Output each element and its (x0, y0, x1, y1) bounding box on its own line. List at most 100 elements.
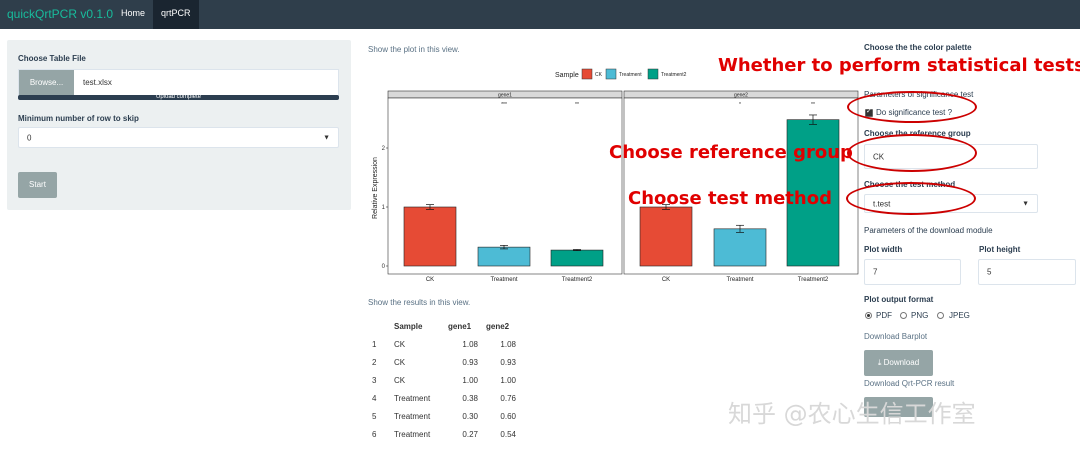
plot-width-label: Plot width (864, 245, 903, 254)
col-header-gene1: gene1 (448, 321, 472, 331)
signif-label-gene2-treatment2: ** (811, 102, 815, 108)
chevron-down-icon: ▼ (323, 134, 330, 141)
output-format-label: Plot output format (864, 295, 934, 304)
facet-label-gene1: gene1 (498, 93, 512, 99)
results-view-link[interactable]: Show the results in this view. (368, 298, 470, 307)
cell-index: 2 (372, 357, 377, 367)
legend-title: Sample (555, 72, 579, 79)
tab-home[interactable]: Home (113, 0, 153, 29)
col-header-sample: Sample (394, 321, 423, 331)
cell-gene2: 0.76 (500, 393, 516, 403)
cell-gene2: 0.93 (500, 357, 516, 367)
download-result-label: Download Qrt-PCR result (864, 379, 955, 388)
cell-gene1: 0.30 (462, 411, 478, 421)
start-button[interactable]: Start (18, 172, 57, 198)
cell-index: 4 (372, 393, 377, 403)
cell-index: 6 (372, 429, 377, 439)
bar-gene1-ck (403, 206, 457, 267)
cell-gene1: 0.38 (462, 393, 478, 403)
signif-label-gene1-treatment2: ** (575, 102, 579, 108)
skip-rows-value: 0 (27, 133, 32, 142)
table-row: 3 CK 1.00 1.00 (368, 371, 520, 389)
bar-chart: Sample CK Treatment Treatment2 Relative Expr… (368, 60, 864, 285)
legend-swatch-treatment (605, 68, 617, 80)
radio-jpeg-label[interactable]: JPEG (949, 311, 970, 320)
y-tick-label: 0 (382, 264, 386, 270)
x-tick-label-gene1-ck: CK (426, 277, 434, 283)
plot-view-link[interactable]: Show the plot in this view. (368, 45, 460, 54)
table-row: 2 CK 0.93 0.93 (368, 353, 520, 371)
app-brand[interactable]: quickQrtPCR v0.1.0 (7, 7, 113, 21)
annotation-test-method: Choose test method (628, 188, 832, 209)
plot-height-label: Plot height (979, 245, 1021, 254)
upload-progress-bar: Upload complete (18, 94, 339, 100)
signif-label-gene2-treatment: * (739, 102, 741, 108)
skip-rows-label: Minimum number of row to skip (18, 114, 139, 123)
legend-label-treatment2: Treatment2 (661, 72, 687, 78)
bar-gene1-treatment (477, 246, 531, 267)
download-barplot-button[interactable]: ⤓ Download (864, 350, 933, 376)
facet-label-gene2: gene2 (734, 93, 748, 99)
annotation-stat-tests: Whether to perform statistical tests. (718, 55, 1080, 76)
cell-index: 5 (372, 411, 377, 421)
watermark: 知乎 @农心生信工作室 (728, 400, 976, 428)
table-row: 1 CK 1.08 1.08 (368, 335, 520, 353)
legend-label-ck: CK (595, 72, 603, 78)
plot-width-input[interactable]: 7 (864, 259, 961, 285)
signif-label-gene1-treatment: *** (501, 102, 507, 108)
bar-gene2-ck (639, 206, 693, 267)
legend-swatch-ck (581, 68, 593, 80)
cell-sample: CK (394, 339, 406, 349)
skip-rows-select[interactable]: 0 ▼ (18, 127, 339, 148)
cell-gene2: 0.60 (500, 411, 516, 421)
file-input[interactable]: Browse... test.xlsx (18, 69, 339, 97)
radio-jpeg[interactable] (937, 312, 944, 319)
bar-gene1-treatment2 (550, 249, 604, 267)
navbar: quickQrtPCR v0.1.0 Home qrtPCR (0, 0, 1080, 29)
annotation-ref-group: Choose reference group (609, 142, 853, 163)
results-table: Sample gene1 gene2 1 CK 1.08 1.08 2 CK 0.93 0.9… (368, 317, 520, 443)
annotation-ellipse-signif (847, 91, 977, 123)
chevron-down-icon: ▼ (1022, 200, 1029, 207)
y-tick-label: 2 (382, 146, 386, 152)
y-tick-label: 1 (382, 205, 386, 211)
download-icon: ⤓ (877, 358, 882, 367)
table-row: 4 Treatment 0.38 0.76 (368, 389, 520, 407)
download-button-label: Download (883, 358, 920, 367)
file-name-field[interactable]: test.xlsx (83, 78, 112, 87)
browse-button[interactable]: Browse... (19, 70, 74, 97)
plot-height-value: 5 (987, 267, 992, 277)
cell-index: 1 (372, 339, 377, 349)
palette-label: Choose the the color palette (864, 43, 972, 52)
x-tick-label-gene1-treatment: Treatment (490, 277, 517, 283)
cell-gene1: 0.93 (462, 357, 478, 367)
col-header-gene2: gene2 (486, 321, 510, 331)
cell-sample: Treatment (394, 429, 431, 439)
annotation-ellipse-method (846, 182, 976, 215)
download-module-label: Parameters of the download module (864, 226, 993, 235)
download-barplot-label: Download Barplot (864, 332, 928, 341)
radio-png-label[interactable]: PNG (911, 311, 928, 320)
cell-sample: Treatment (394, 393, 431, 403)
cell-index: 3 (372, 375, 377, 385)
cell-gene2: 1.08 (500, 339, 516, 349)
chart-svg: Sample CK Treatment Treatment2Relative Expr… (372, 68, 859, 283)
table-row: 6 Treatment 0.27 0.54 (368, 425, 520, 443)
table-row: 5 Treatment 0.30 0.60 (368, 407, 520, 425)
x-tick-label-gene2-treatment: Treatment (726, 277, 753, 283)
radio-png[interactable] (900, 312, 907, 319)
tab-qrtpcr[interactable]: qrtPCR (153, 0, 199, 29)
cell-gene1: 1.00 (462, 375, 478, 385)
cell-gene1: 0.27 (462, 429, 478, 439)
x-tick-label-gene1-treatment2: Treatment2 (562, 277, 593, 283)
plot-width-value: 7 (873, 267, 878, 277)
radio-pdf[interactable] (865, 312, 872, 319)
bar-gene2-treatment (713, 228, 767, 267)
cell-gene1: 1.08 (462, 339, 478, 349)
y-axis-label: Relative Expression (372, 157, 379, 219)
cell-sample: CK (394, 357, 406, 367)
plot-height-input[interactable]: 5 (978, 259, 1076, 285)
sidebar-panel: Choose Table File Browse... test.xlsx Up… (7, 40, 351, 210)
radio-pdf-label[interactable]: PDF (876, 311, 892, 320)
cell-sample: CK (394, 375, 406, 385)
